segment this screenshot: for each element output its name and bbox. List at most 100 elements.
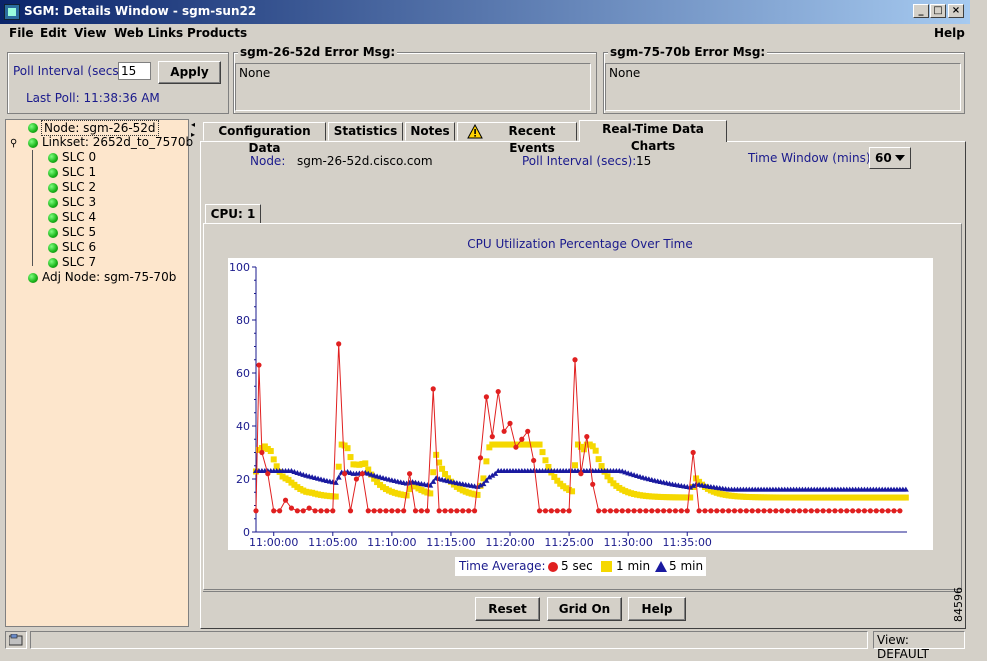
node-tree: Node: sgm-26-52d ⚲ Linkset: 2652d_to_757…	[5, 119, 193, 627]
tab-recent-events[interactable]: Recent Events	[457, 122, 577, 155]
status-icon	[28, 123, 38, 133]
series-5sec-point	[501, 428, 507, 434]
series-5sec-point	[708, 508, 714, 514]
series-5sec-point	[495, 388, 501, 395]
series-5sec-point	[536, 508, 543, 514]
series-5sec-point	[525, 428, 531, 434]
minimize-icon[interactable]: _	[913, 4, 929, 18]
tree-slc-item[interactable]: SLC 6	[62, 240, 96, 254]
poll-interval-input[interactable]	[118, 62, 151, 80]
tree-line	[32, 150, 33, 266]
menu-help[interactable]: Help	[934, 26, 965, 40]
status-icon	[48, 258, 58, 268]
series-5sec-point	[850, 508, 856, 514]
legend-5sec-marker	[548, 562, 558, 572]
series-5sec-point	[643, 508, 649, 514]
tree-slc-item[interactable]: SLC 2	[62, 180, 96, 194]
tab-real-time-data-charts[interactable]: Real-Time Data Charts	[579, 120, 727, 153]
series-1min-point	[483, 458, 490, 465]
series-5sec-point	[749, 508, 755, 514]
tree-slc-item[interactable]: SLC 4	[62, 210, 96, 224]
tab-cpu-1[interactable]: CPU: 1	[205, 204, 261, 224]
splitter-handle[interactable]: ◂ ▸	[190, 119, 198, 627]
divider	[203, 591, 962, 592]
close-icon[interactable]: ×	[948, 4, 964, 18]
legend-5min-label: 5 min	[669, 559, 704, 573]
series-5sec-point	[318, 508, 324, 514]
tree-linkset-item[interactable]: Linkset: 2652d_to_7570b	[42, 135, 193, 149]
series-5sec-point	[442, 508, 448, 514]
menu-products[interactable]: Products	[187, 26, 247, 40]
tree-slc-item[interactable]: SLC 7	[62, 255, 96, 269]
x-tick-label: 11:15:00	[426, 536, 475, 549]
apply-button[interactable]: Apply	[158, 61, 221, 84]
tree-slc-item[interactable]: SLC 0	[62, 150, 96, 164]
node-value: sgm-26-52d.cisco.com	[297, 154, 433, 168]
series-1min-point	[439, 465, 446, 472]
help-button[interactable]: Help	[628, 597, 686, 621]
series-5sec-point	[702, 508, 708, 514]
menu-edit[interactable]: Edit	[40, 26, 67, 40]
legend-title: Time Average:	[459, 559, 546, 573]
grid-on-button[interactable]: Grid On	[547, 597, 622, 621]
series-5sec-point	[412, 508, 419, 514]
tree-slc-item[interactable]: SLC 5	[62, 225, 96, 239]
tab-statistics[interactable]: Statistics	[328, 122, 403, 141]
title-bar: SGM: Details Window - sgm-sun22 _ □ ×	[0, 0, 970, 24]
menu-web-links[interactable]: Web Links	[114, 26, 183, 40]
series-5sec-point	[401, 508, 407, 514]
series-5sec-point	[637, 508, 643, 514]
series-5sec-point	[631, 508, 637, 514]
time-window-label: Time Window (mins):	[748, 151, 875, 165]
series-5sec-point	[879, 508, 885, 514]
error-title-2: sgm-75-70b Error Msg:	[608, 45, 768, 59]
series-5sec-point	[330, 508, 336, 514]
series-5sec-point	[672, 508, 679, 514]
chart-title: CPU Utilization Percentage Over Time	[467, 237, 693, 251]
tree-adj-node-item[interactable]: Adj Node: sgm-75-70b	[42, 270, 176, 284]
series-5sec-point	[584, 434, 590, 440]
series-5sec-point	[714, 508, 720, 514]
series-1min-point	[542, 457, 549, 464]
status-icon	[48, 243, 58, 253]
y-tick-label: 100	[229, 261, 250, 274]
reset-button[interactable]: Reset	[475, 597, 540, 621]
series-5sec-point	[395, 508, 401, 514]
y-tick-label: 80	[236, 314, 250, 327]
error-message-2: None	[605, 63, 961, 111]
status-icon	[48, 213, 58, 223]
maximize-icon[interactable]: □	[930, 4, 946, 18]
x-tick-label: 11:25:00	[544, 536, 593, 549]
y-tick-label: 20	[236, 473, 250, 486]
series-5sec-point	[371, 508, 377, 514]
series-5sec-point	[277, 508, 283, 514]
time-window-select[interactable]: 60	[869, 147, 911, 169]
poll-interval-info-value: 15	[636, 154, 652, 168]
series-5sec-point	[336, 341, 342, 347]
series-5sec-point	[436, 508, 442, 514]
series-5sec-point	[826, 508, 832, 514]
series-5sec-point	[596, 508, 602, 514]
status-icon-box[interactable]	[5, 631, 27, 649]
tab-configuration-data[interactable]: Configuration Data	[203, 122, 326, 155]
series-5sec-point	[460, 508, 466, 514]
series-1min-point	[592, 447, 599, 454]
app-icon	[4, 4, 20, 20]
series-5sec-point	[873, 508, 879, 514]
series-1min-point	[362, 460, 369, 467]
tab-notes[interactable]: Notes	[405, 122, 455, 141]
status-icon	[48, 183, 58, 193]
menu-file[interactable]: File	[9, 26, 34, 40]
menu-view[interactable]: View	[74, 26, 106, 40]
series-5sec-point	[253, 508, 259, 514]
warning-icon	[467, 124, 483, 139]
series-5sec-point	[832, 508, 838, 514]
tree-expand-icon[interactable]: ⚲	[10, 138, 17, 149]
poll-interval-label: Poll Interval (secs)	[13, 64, 124, 78]
tree-slc-item[interactable]: SLC 3	[62, 195, 96, 209]
tree-node-item[interactable]: Node: sgm-26-52d	[41, 120, 159, 136]
series-5sec-point	[513, 444, 519, 450]
series-5sec-point	[779, 508, 785, 514]
series-1min-point	[267, 448, 274, 455]
tree-slc-item[interactable]: SLC 1	[62, 165, 96, 179]
